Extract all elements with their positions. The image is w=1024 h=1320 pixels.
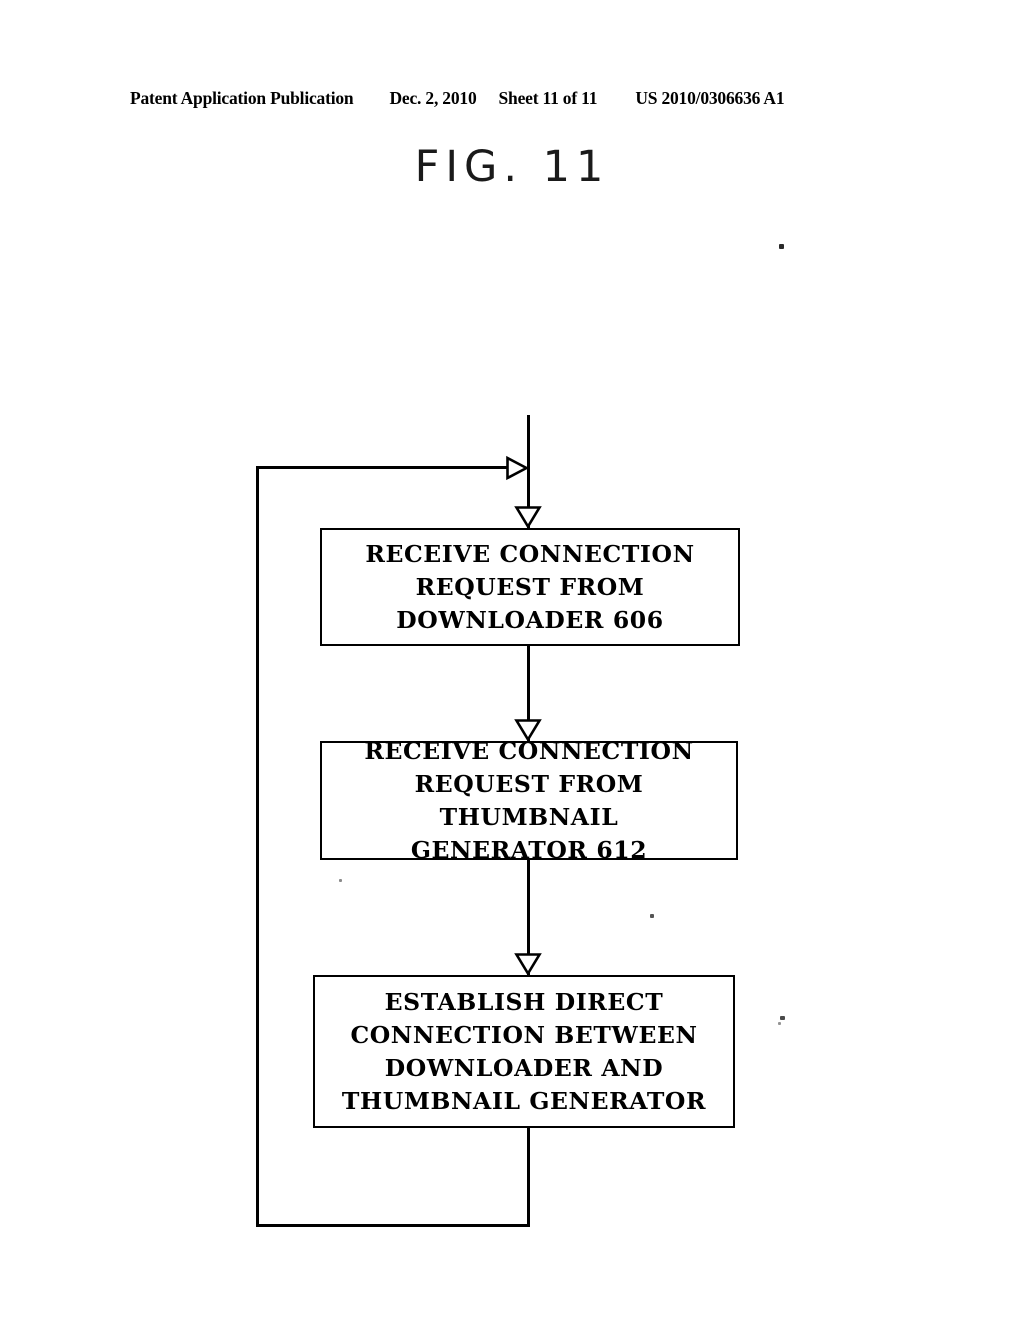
scan-speck	[779, 244, 784, 249]
feedback-loop-left-line	[256, 466, 259, 1226]
flowchart-node-receive-connection-thumbnail-generator: RECEIVE CONNECTION REQUEST FROM THUMBNAI…	[320, 737, 738, 864]
patent-figure-page: Patent Application Publication Dec. 2, 2…	[0, 0, 1024, 1320]
scan-speck	[339, 879, 342, 882]
scan-speck	[650, 914, 654, 918]
feedback-loop-down-line	[527, 1128, 530, 1227]
node-3-label: ESTABLISH DIRECT CONNECTION BETWEEN DOWN…	[341, 987, 707, 1115]
node-2-label: RECEIVE CONNECTION REQUEST FROM THUMBNAI…	[364, 736, 694, 864]
scan-speck	[780, 1016, 785, 1020]
flowchart-node-establish-direct-connection: ESTABLISH DIRECT CONNECTION BETWEEN DOWN…	[313, 975, 735, 1128]
arrowhead-down-icon	[514, 505, 542, 529]
arrowhead-right-icon	[505, 455, 529, 481]
feedback-loop-bottom-line	[256, 1224, 530, 1227]
flowchart-node-receive-connection-downloader: RECEIVE CONNECTION REQUEST FROM DOWNLOAD…	[320, 528, 740, 646]
feedback-loop-top-line	[256, 466, 508, 469]
flowchart: RECEIVE CONNECTION REQUEST FROM DOWNLOAD…	[0, 0, 1024, 1320]
node-1-label: RECEIVE CONNECTION REQUEST FROM DOWNLOAD…	[365, 539, 695, 634]
arrowhead-down-icon	[514, 952, 542, 976]
scan-speck	[778, 1022, 781, 1025]
